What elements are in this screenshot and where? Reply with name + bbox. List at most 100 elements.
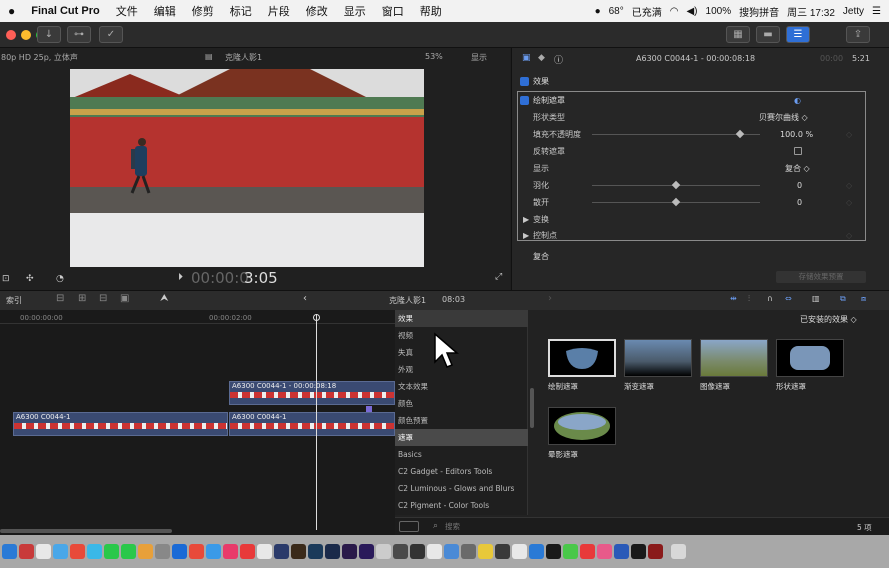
primary-clip[interactable]: A6300 C0044-1 [13, 412, 228, 436]
invert-mask-checkbox[interactable] [794, 147, 802, 155]
calendar-icon[interactable] [36, 544, 51, 559]
category-item-selected[interactable]: 遮罩 [395, 429, 528, 446]
list-icon[interactable]: ☰ [872, 6, 881, 17]
textedit-icon[interactable] [512, 544, 527, 559]
netease-music-icon[interactable] [240, 544, 255, 559]
control-points-disclosure[interactable]: ▶ 控制点 ◇ [512, 227, 889, 244]
playhead-handle[interactable] [313, 314, 320, 321]
facetime-icon[interactable] [563, 544, 578, 559]
menu-edit[interactable]: 编辑 [146, 3, 184, 19]
bridge-icon[interactable] [291, 544, 306, 559]
github-icon[interactable] [546, 544, 561, 559]
xcode-icon[interactable] [376, 544, 391, 559]
keyframe-icon[interactable]: ◇ [846, 177, 852, 194]
qq-icon[interactable] [53, 544, 68, 559]
input-method[interactable]: 搜狗拼音 [739, 4, 779, 19]
maps-icon[interactable] [206, 544, 221, 559]
video-inspector-icon[interactable]: ▣ [522, 53, 531, 63]
connect-icon[interactable]: ⊞ [78, 293, 86, 304]
spread-slider[interactable] [592, 197, 760, 207]
save-effects-preset-button[interactable]: 存储效果预置 [776, 271, 866, 283]
feather-value[interactable]: 0 [797, 177, 802, 194]
keyframe-icon[interactable]: ◇ [846, 227, 852, 244]
timeline-scrollbar[interactable] [0, 529, 172, 533]
photo-booth-icon[interactable] [580, 544, 595, 559]
keyframe-icon[interactable]: ◇ [846, 194, 852, 211]
shape-type-popup[interactable]: 贝赛尔曲线 ◇ [759, 109, 808, 126]
slider-knob[interactable] [671, 180, 681, 190]
insert-icon[interactable]: ⊟ [99, 293, 107, 304]
pages-icon[interactable] [597, 544, 612, 559]
speed-icon[interactable]: ◔ [56, 274, 64, 284]
category-item[interactable]: Basics [395, 446, 528, 463]
effects-checkbox[interactable] [520, 77, 529, 86]
import-icon[interactable]: ↓ [37, 26, 61, 43]
weibo-icon[interactable] [70, 544, 85, 559]
time-ruler[interactable]: 00:00:00:00 00:00:02:00 [0, 310, 395, 324]
draw-mask-checkbox[interactable] [520, 96, 529, 105]
app-store-icon[interactable] [172, 544, 187, 559]
slider-knob[interactable] [735, 129, 745, 139]
mail-icon[interactable] [444, 544, 459, 559]
display-menu[interactable]: 显示 [471, 52, 487, 63]
playhead[interactable] [316, 314, 317, 530]
snapping-icon[interactable]: ⇔ [785, 294, 792, 303]
disclosure-triangle-icon[interactable]: ▶ [523, 227, 529, 244]
category-scrollbar[interactable] [530, 388, 534, 428]
installed-effects-menu[interactable]: 已安装的效果 ◇ [800, 314, 857, 325]
effects-search-input[interactable] [445, 520, 745, 533]
category-item[interactable]: 颜色 [395, 395, 528, 412]
clip-filmstrip-icon[interactable]: ▥ [812, 294, 820, 303]
composite-section-header[interactable]: 复合 [512, 248, 889, 265]
audio-skimming-icon[interactable]: ⇹ [730, 294, 737, 303]
menu-help[interactable]: 帮助 [412, 3, 450, 19]
effect-thumb-image-mask[interactable] [700, 339, 768, 377]
zoom-menu[interactable]: 53% [425, 52, 443, 61]
after-effects-icon[interactable] [359, 544, 374, 559]
chrome-icon[interactable] [189, 544, 204, 559]
category-item[interactable]: C2 Pigment - Color Tools [395, 497, 528, 514]
reminders-icon[interactable] [427, 544, 442, 559]
headphones-icon[interactable]: ∩ [767, 294, 773, 303]
effects-browser-icon[interactable]: ⧉ [840, 294, 846, 304]
clip-appearance-icon[interactable]: ⊟ [56, 293, 64, 304]
menu-trim[interactable]: 修剪 [184, 3, 222, 19]
keynote-icon[interactable] [614, 544, 629, 559]
feather-slider[interactable] [592, 180, 760, 190]
launchpad-icon[interactable] [19, 544, 34, 559]
settings-icon[interactable] [461, 544, 476, 559]
wechat-icon[interactable] [104, 544, 119, 559]
category-item[interactable]: 视频 [395, 327, 528, 344]
minimize-window-button[interactable] [21, 30, 31, 40]
trash-icon[interactable] [671, 544, 686, 559]
safari-icon[interactable] [87, 544, 102, 559]
weather-icon[interactable]: ● [595, 6, 601, 17]
pdf-icon[interactable] [648, 544, 663, 559]
timeline-toggle-icon[interactable]: ▬ [756, 26, 780, 43]
wifi-icon[interactable]: ◠ [670, 6, 679, 17]
app-menu[interactable]: Final Cut Pro [23, 5, 107, 17]
lightroom-icon[interactable] [308, 544, 323, 559]
finder-icon[interactable] [2, 544, 17, 559]
enhancements-icon[interactable]: ✣ [26, 274, 34, 284]
keyframe-icon[interactable]: ◇ [846, 126, 852, 143]
video-frame[interactable] [70, 69, 424, 267]
messages-icon[interactable] [121, 544, 136, 559]
transform-disclosure[interactable]: ▶ 变换 [512, 211, 889, 228]
color-inspector-icon[interactable]: ◆ [538, 53, 545, 63]
category-item[interactable]: C2 Gadget - Editors Tools [395, 463, 528, 480]
menu-mark[interactable]: 标记 [222, 3, 260, 19]
effect-thumb-draw-mask[interactable] [548, 339, 616, 377]
charging-status[interactable]: 已充满 [632, 4, 662, 19]
draw-mask-header[interactable]: 绘制遮罩 ◐ [512, 92, 889, 109]
primary-clip[interactable]: A6300 C0044-1 [229, 412, 395, 436]
browser-toggle-icon[interactable]: ▦ [726, 26, 750, 43]
menu-view[interactable]: 显示 [336, 3, 374, 19]
photos-icon[interactable] [138, 544, 153, 559]
category-item[interactable]: 效果 [395, 310, 528, 327]
menu-window[interactable]: 窗口 [374, 3, 412, 19]
index-button[interactable]: 索引 [6, 295, 22, 306]
fill-opacity-slider[interactable] [592, 129, 760, 139]
sidebar-toggle-icon[interactable] [399, 521, 419, 532]
stickies-icon[interactable] [478, 544, 493, 559]
